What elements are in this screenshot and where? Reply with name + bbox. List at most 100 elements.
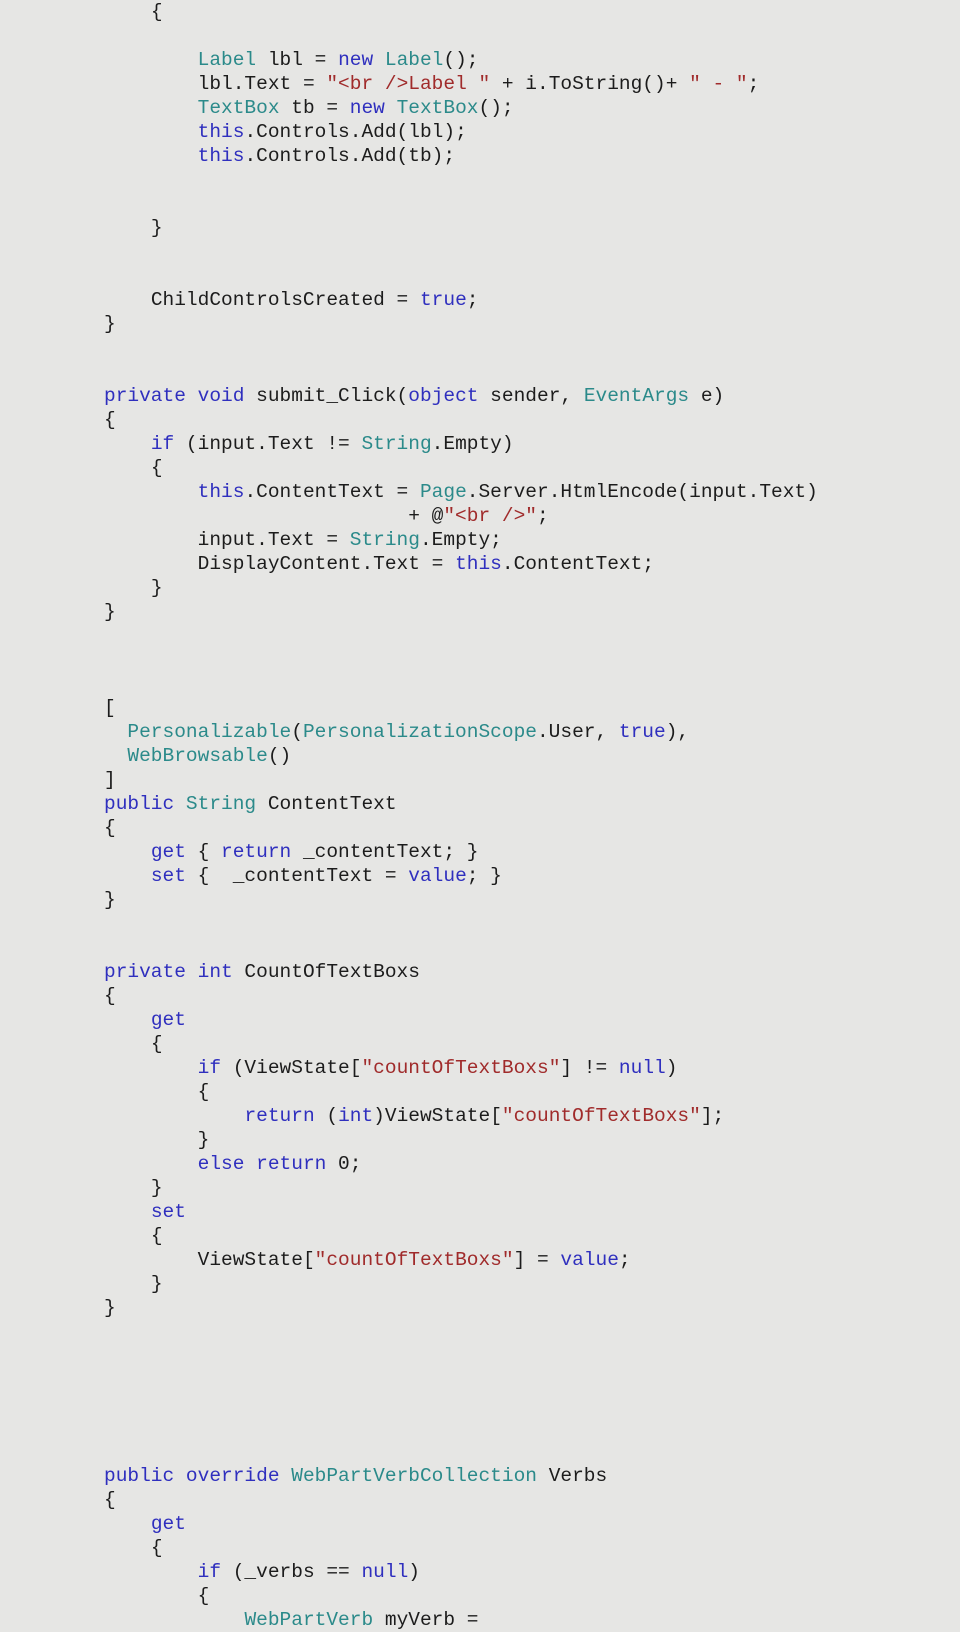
code-token-string: "countOfTextBoxs" [501, 1105, 701, 1127]
code-token-plain: { [185, 841, 222, 863]
code-line: get [104, 1008, 960, 1032]
code-token-keyword: new [338, 49, 374, 71]
code-token-plain: .Controls.Add(lbl); [244, 121, 467, 143]
code-token-plain: { [150, 1033, 163, 1055]
code-token-plain: (); [443, 49, 479, 71]
code-line: } [104, 216, 960, 240]
code-token-plain: .Controls.Add(tb); [244, 145, 456, 167]
code-token-type: String [185, 793, 257, 815]
code-line: { [104, 1488, 960, 1512]
code-token-type: WebPartVerb [244, 1609, 374, 1631]
code-line: DisplayContent.Text = this.ContentText; [104, 552, 960, 576]
code-token-keyword: get [150, 841, 186, 863]
code-token-plain: + @ [408, 505, 444, 527]
code-token-plain: _contentText; } [291, 841, 479, 863]
code-token-type: String [361, 433, 432, 455]
code-token-plain: myVerb = [373, 1609, 479, 1631]
code-token-keyword: int [197, 961, 233, 983]
code-token-keyword: get [150, 1513, 186, 1535]
code-line: WebBrowsable() [104, 744, 960, 768]
code-line: { [104, 1080, 960, 1104]
code-token-plain: ; [618, 1249, 631, 1271]
code-token-plain: CountOfTextBoxs [232, 961, 420, 983]
code-token-plain: ViewState[ [197, 1249, 315, 1271]
code-token-plain: .Empty) [431, 433, 514, 455]
code-token-string: "countOfTextBoxs" [314, 1249, 514, 1271]
code-token-plain: { [150, 1225, 163, 1247]
code-line: this.Controls.Add(tb); [104, 144, 960, 168]
code-token-string: "<br />" [443, 505, 537, 527]
code-token-plain: .Server.HtmlEncode(input.Text) [466, 481, 818, 503]
code-line: public String ContentText [104, 792, 960, 816]
code-token-keyword: set [150, 1201, 186, 1223]
code-line: { [104, 0, 960, 24]
code-token-plain: tb = [279, 97, 350, 119]
code-token-plain: 0; [326, 1153, 362, 1175]
code-line: if (input.Text != String.Empty) [104, 432, 960, 456]
code-token-string: "countOfTextBoxs" [361, 1057, 561, 1079]
code-token-plain: (ViewState[ [221, 1057, 362, 1079]
code-token-plain: } [150, 1273, 163, 1295]
code-token-string: "<br />Label " [326, 73, 491, 95]
code-token-keyword: this [197, 145, 245, 167]
code-token-keyword: override [185, 1465, 280, 1487]
code-token-type: TextBox [396, 97, 479, 119]
code-token-plain: { _contentText = [185, 865, 409, 887]
code-token-string: " - " [689, 73, 748, 95]
code-token-type: WebBrowsable [127, 745, 268, 767]
code-line: { [104, 816, 960, 840]
code-token-plain: .ContentText = [244, 481, 420, 503]
code-line: { [104, 408, 960, 432]
code-token-plain: ; } [466, 865, 502, 887]
code-line: public override WebPartVerbCollection Ve… [104, 1464, 960, 1488]
code-token-keyword: object [408, 385, 479, 407]
code-token-plain: ) [665, 1057, 678, 1079]
code-token-plain: { [104, 985, 116, 1007]
code-token-plain: Verbs [537, 1465, 608, 1487]
code-token-keyword: null [361, 1561, 409, 1583]
code-token-plain: } [197, 1129, 210, 1151]
code-token-type: PersonalizationScope [302, 721, 537, 743]
code-token-plain: ] = [513, 1249, 561, 1271]
code-token-plain: { [150, 1, 163, 23]
code-token-plain: submit_Click( [244, 385, 409, 407]
code-token-plain: e) [689, 385, 725, 407]
code-token-type: Page [419, 481, 467, 503]
code-line: Personalizable(PersonalizationScope.User… [104, 720, 960, 744]
code-line: ChildControlsCreated = true; [104, 288, 960, 312]
code-token-keyword: public [104, 793, 175, 815]
code-token-type: TextBox [197, 97, 280, 119]
code-token-plain: } [104, 313, 116, 335]
code-token-keyword: new [349, 97, 385, 119]
code-token-keyword: int [338, 1105, 374, 1127]
code-line: { [104, 1224, 960, 1248]
code-token-plain: ; [466, 289, 479, 311]
code-line: private int CountOfTextBoxs [104, 960, 960, 984]
code-token-plain: ChildControlsCreated = [150, 289, 420, 311]
